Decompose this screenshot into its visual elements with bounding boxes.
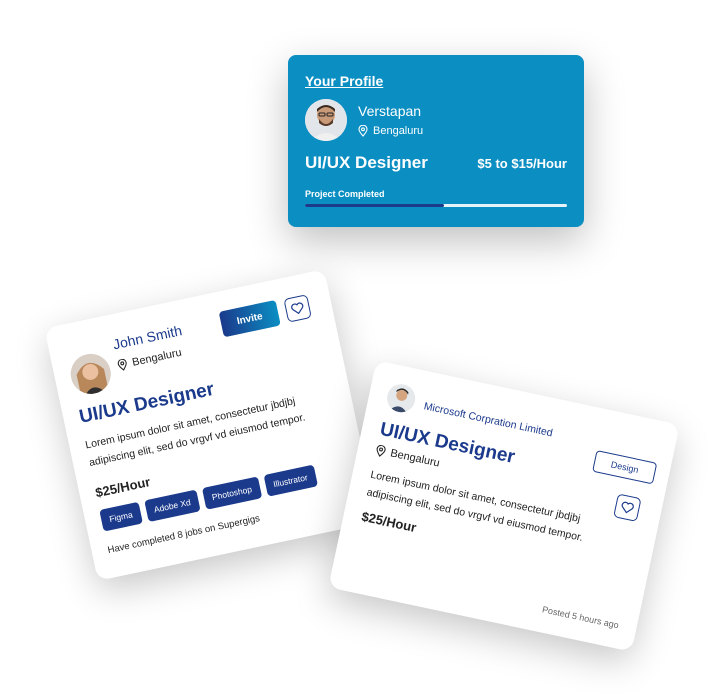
favorite-button[interactable] <box>613 493 642 522</box>
profile-rate: $5 to $15/Hour <box>477 156 567 171</box>
profile-role-row: UI/UX Designer $5 to $15/Hour <box>305 153 567 173</box>
profile-name: Verstapan <box>358 103 422 119</box>
avatar <box>67 350 115 398</box>
location-pin-icon <box>358 125 368 137</box>
job-card[interactable]: Microsoft Corpration Limited Design UI/U… <box>328 360 680 652</box>
progress-fill <box>305 204 444 207</box>
progress-label: Project Completed <box>305 189 385 199</box>
location-pin-icon <box>376 444 386 457</box>
profile-role: UI/UX Designer <box>305 153 428 172</box>
profile-location-text: Bengaluru <box>373 125 424 137</box>
skill-tag[interactable]: Adobe Xd <box>143 489 201 523</box>
profile-user: Verstapan Bengaluru <box>305 99 567 141</box>
favorite-button[interactable] <box>283 294 312 323</box>
profile-card: Your Profile Verstapan Bengaluru UI/UX D… <box>288 55 584 227</box>
heart-icon <box>291 302 304 315</box>
heart-icon <box>621 501 634 514</box>
skill-tag[interactable]: Figma <box>99 501 143 532</box>
progress-bar <box>305 204 567 207</box>
stage: Your Profile Verstapan Bengaluru UI/UX D… <box>0 0 724 694</box>
location-pin-icon <box>117 358 127 371</box>
avatar <box>384 381 418 415</box>
skill-tag[interactable]: Photoshop <box>201 476 262 510</box>
freelancer-card[interactable]: John Smith Bengaluru Invite UI/UX Design… <box>44 269 378 581</box>
avatar <box>305 99 347 141</box>
freelancer-location-text: Bengaluru <box>131 346 183 369</box>
profile-title[interactable]: Your Profile <box>305 73 567 89</box>
profile-location: Bengaluru <box>358 125 423 137</box>
skill-tag[interactable]: Illustrator <box>263 464 318 497</box>
posted-time: Posted 5 hours ago <box>541 604 620 631</box>
